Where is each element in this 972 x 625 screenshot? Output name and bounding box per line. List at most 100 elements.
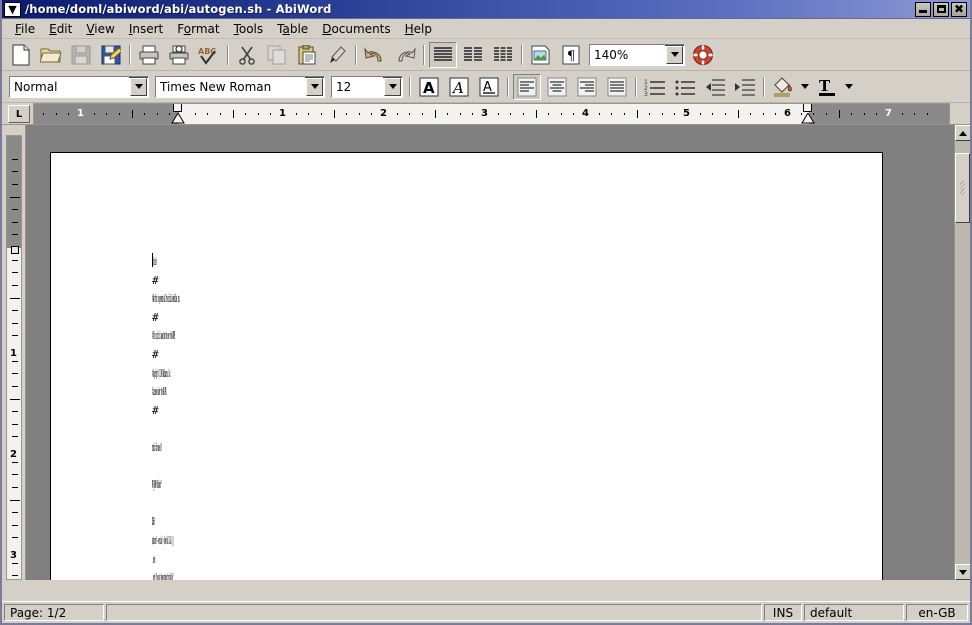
font-size-dropdown-arrow[interactable]	[384, 78, 401, 96]
text-color-button[interactable]: T	[813, 74, 841, 100]
top-margin-handle[interactable]	[11, 246, 19, 254]
vertical-scroll-thumb[interactable]	[955, 153, 970, 223]
document-line[interactable]: srcdir=`dirname $0`	[152, 439, 552, 458]
menu-insert[interactable]: Insert	[122, 20, 170, 38]
document-page[interactable]: #!/bin/sh## Run this to generate all the…	[50, 152, 883, 580]
language-status[interactable]: en-GB	[906, 604, 968, 621]
spelling-button[interactable]: ABC	[195, 42, 223, 68]
menu-format[interactable]: Format	[170, 20, 226, 38]
align-center-button[interactable]	[543, 74, 571, 100]
cut-button[interactable]	[233, 42, 261, 68]
first-line-indent-marker[interactable]	[173, 103, 182, 112]
align-left-button[interactable]	[513, 74, 541, 100]
help-button[interactable]	[689, 42, 717, 68]
ruler-tick	[321, 113, 322, 115]
menu-documents[interactable]: Documents	[315, 20, 397, 38]
scroll-down-button[interactable]	[955, 564, 971, 580]
font-size-combo[interactable]: 12	[331, 76, 403, 98]
ruler-tick	[725, 113, 726, 115]
text-color-dropdown-arrow[interactable]	[842, 74, 856, 100]
vertical-scrollbar[interactable]	[954, 125, 970, 580]
document-line[interactable]: #	[152, 402, 552, 421]
format-painter-button[interactable]	[323, 42, 351, 68]
document-line[interactable]: # This script is based on the one from G…	[152, 327, 552, 346]
save-as-button[interactable]	[97, 42, 125, 68]
paste-button[interactable]	[293, 42, 321, 68]
document-line[interactable]	[152, 495, 552, 514]
document-line[interactable]	[152, 458, 552, 477]
font-dropdown-arrow[interactable]	[306, 78, 323, 96]
open-button[interactable]	[37, 42, 65, 68]
underline-button[interactable]: A	[475, 74, 503, 100]
bold-button[interactable]: A	[415, 74, 443, 100]
page-canvas[interactable]: #!/bin/sh## Run this to generate all the…	[26, 125, 970, 580]
two-column-button[interactable]	[459, 42, 487, 68]
menu-table[interactable]: Table	[270, 20, 315, 38]
document-line[interactable]: (autoconf --version) > /dev/null 2>&1 ||…	[152, 532, 552, 551]
insert-image-button[interactable]	[527, 42, 555, 68]
horizontal-ruler-track[interactable]: 1 1 2 3 4 5 6 7	[33, 103, 950, 125]
maximize-button[interactable]	[933, 2, 949, 17]
document-line[interactable]	[152, 420, 552, 439]
three-column-button[interactable]	[489, 42, 517, 68]
vertical-ruler-track[interactable]: 1 2 3	[6, 135, 22, 580]
right-indent-marker[interactable]	[801, 113, 815, 124]
horizontal-ruler[interactable]: L 1 1 2 3 4 5 6 7	[2, 103, 970, 125]
font-combo[interactable]: Times New Roman	[155, 76, 325, 98]
italic-button[interactable]: A	[445, 74, 473, 100]
vertical-scroll-track[interactable]	[955, 141, 970, 564]
document-line[interactable]: PKG_NAME="AbiWord"	[152, 476, 552, 495]
close-button[interactable]: ✖	[951, 2, 967, 17]
print-preview-button[interactable]	[165, 42, 193, 68]
menu-help[interactable]: Help	[398, 20, 439, 38]
style-dropdown-arrow[interactable]	[130, 78, 147, 96]
menu-view[interactable]: View	[79, 20, 121, 38]
vertical-ruler[interactable]: 1 2 3	[2, 125, 26, 580]
numbered-list-button[interactable]: 1 2 3	[641, 74, 669, 100]
minimize-button[interactable]	[915, 2, 931, 17]
menu-file[interactable]: File	[8, 20, 42, 38]
document-line[interactable]: #!/bin/sh	[152, 253, 552, 272]
zoom-combo[interactable]: 140%	[589, 44, 685, 66]
highlight-color-button[interactable]	[769, 74, 797, 100]
document-line[interactable]: #	[152, 309, 552, 328]
document-line[interactable]: #	[152, 346, 552, 365]
format-separator-3	[635, 77, 637, 97]
undo-button[interactable]	[361, 42, 389, 68]
highlight-color-dropdown-arrow[interactable]	[798, 74, 812, 100]
document-text[interactable]: #!/bin/sh## Run this to generate all the…	[152, 253, 552, 580]
ruler-tick	[334, 110, 335, 118]
align-right-icon	[577, 77, 597, 97]
right-indent-top-marker[interactable]	[803, 103, 812, 112]
document-line[interactable]: #	[152, 272, 552, 291]
menu-edit[interactable]: Edit	[42, 20, 79, 38]
zoom-dropdown-arrow[interactable]	[666, 46, 683, 64]
insert-mode-status[interactable]: INS	[764, 604, 802, 621]
left-indent-marker[interactable]	[171, 113, 185, 124]
document-line[interactable]: DIE=0	[152, 513, 552, 532]
scroll-up-button[interactable]	[955, 125, 971, 141]
increase-indent-button[interactable]	[731, 74, 759, 100]
document-line[interactable]: # Licensed under the GNU GPL	[152, 383, 552, 402]
decrease-indent-button[interactable]	[701, 74, 729, 100]
show-marks-button[interactable]: ¶	[557, 42, 585, 68]
justify-button[interactable]	[603, 74, 631, 100]
style-combo[interactable]: Normal	[9, 76, 149, 98]
document-line[interactable]: echo "You must have autoconf installed"	[152, 569, 552, 580]
align-right-button[interactable]	[573, 74, 601, 100]
new-button[interactable]	[7, 42, 35, 68]
redo-button[interactable]	[391, 42, 419, 68]
document-line[interactable]: echo	[152, 551, 552, 570]
bulleted-list-button[interactable]	[671, 74, 699, 100]
document-line[interactable]: # Run this to generate all the initial m…	[152, 290, 552, 309]
tab-stop-type-button[interactable]: L	[8, 105, 30, 123]
abiword-icon: ▼	[4, 2, 21, 17]
save-button[interactable]	[67, 42, 95, 68]
document-line-text: #	[152, 402, 159, 421]
copy-button[interactable]	[263, 42, 291, 68]
menu-tools[interactable]: Tools	[227, 20, 271, 38]
document-line[interactable]: # Copyright (C) 1998 AbiSource, Inc.	[152, 365, 552, 384]
print-button[interactable]	[135, 42, 163, 68]
lifering-help-icon	[692, 44, 714, 66]
one-column-button[interactable]	[429, 42, 457, 68]
